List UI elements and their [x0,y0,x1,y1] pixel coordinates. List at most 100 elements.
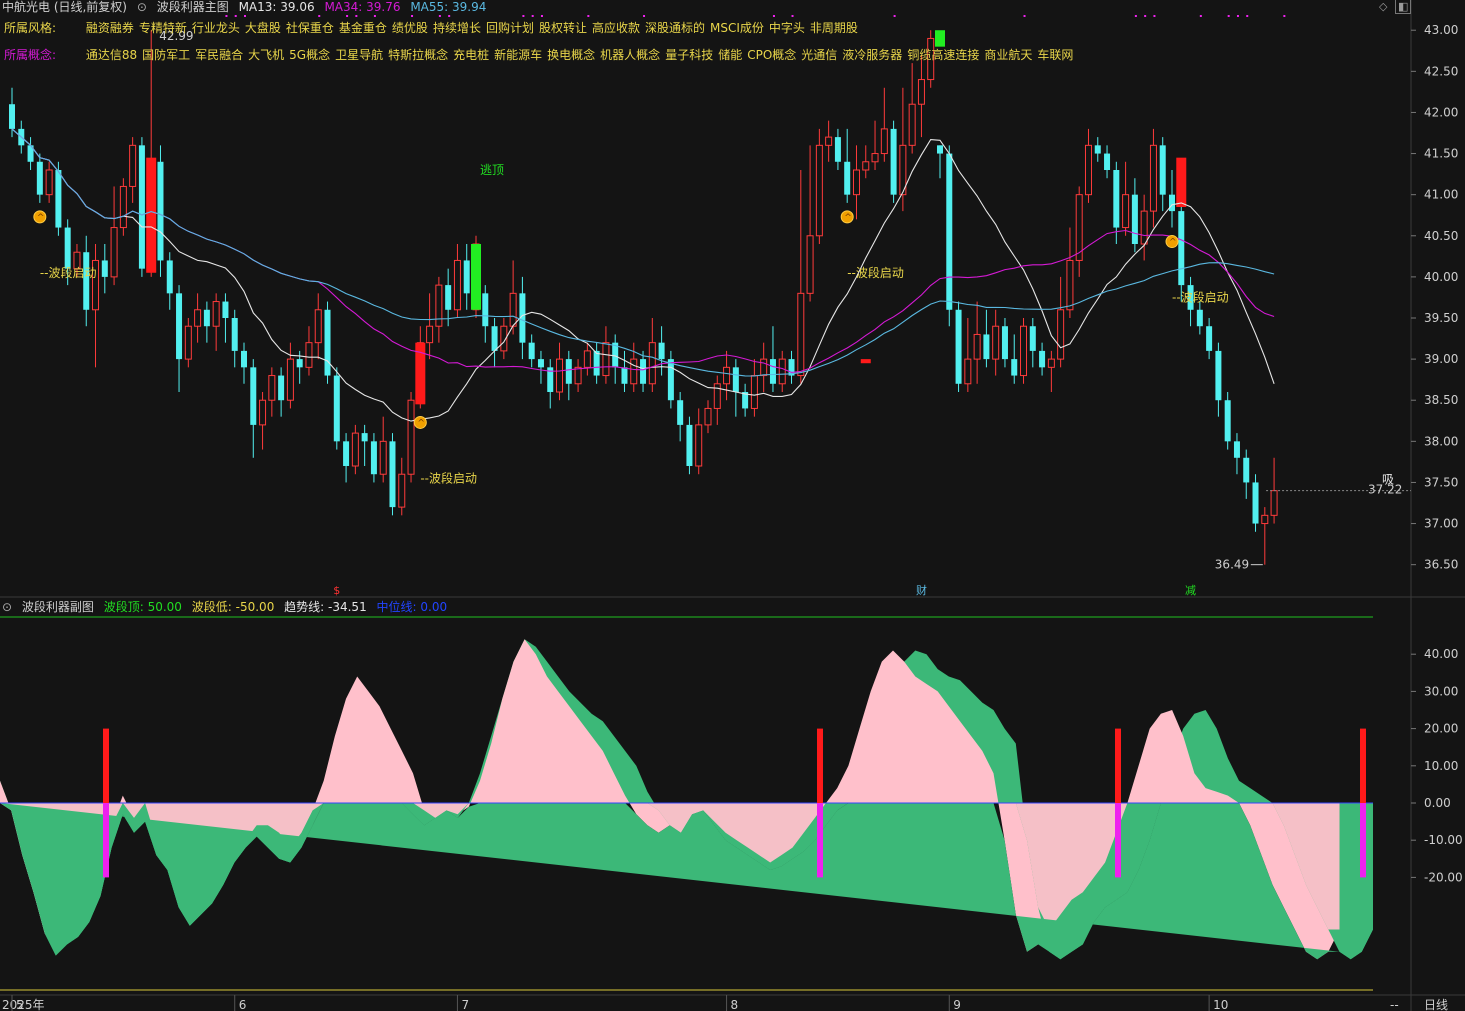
concept-tag[interactable]: 充电桩 [453,48,489,62]
candle-body-up [129,144,137,187]
price-tick-label: 40.00 [1424,270,1458,284]
style-tag[interactable]: 社保重仓 [286,21,334,35]
indicator-collapse-icon[interactable]: ⊙ [137,0,147,14]
main-indicator-name[interactable]: 波段利器主图 [157,0,229,14]
sub-collapse-icon[interactable]: ⊙ [2,600,12,614]
sub-tick-label: 30.00 [1424,684,1458,698]
candle-body-down [955,309,962,384]
concept-tag[interactable]: 液冷服务器 [842,48,902,62]
style-tag[interactable]: MSCI成份 [710,21,764,35]
candle-body-down [621,367,628,384]
candle-body-down [1252,482,1259,524]
signal-dot [438,15,441,17]
escape-signal-bar [471,244,481,310]
candle-body-up [212,301,220,327]
style-tag[interactable]: 基金重仓 [339,21,387,35]
candle-body-up [797,292,805,377]
price-tick-label: 37.00 [1424,517,1458,531]
style-tag[interactable]: 非周期股 [810,21,858,35]
concept-tag[interactable]: 量子科技 [665,48,713,62]
wave-start-label: --波段启动 [40,265,97,280]
concept-tag[interactable]: 储能 [718,48,742,62]
event-marker-label: $ [333,584,340,597]
diamond-icon[interactable]: ◇ [1379,0,1387,13]
candle-body-up [648,342,656,385]
style-tag[interactable]: 持续增长 [433,21,481,35]
concept-tag[interactable]: 大飞机 [248,48,284,62]
candle-body-down [528,342,535,360]
sub-tick-label: -10.00 [1424,833,1463,847]
candle-body-down [1104,153,1111,170]
sub-magenta-spike [817,803,823,878]
candle-body-down [1224,400,1231,442]
candle-body-up [435,284,443,327]
stock-title[interactable]: 中航光电 (日线,前复权) [2,0,127,14]
candle-body-up [1140,210,1148,245]
candle-body-down [844,161,851,195]
style-tag[interactable]: 专精特新 [139,21,187,35]
wave-start-label: --波段启动 [420,470,477,485]
style-row-label: 所属风格: [4,21,57,35]
sub-magenta-spike [1360,803,1366,878]
concept-tag[interactable]: 光通信 [801,48,837,62]
style-tag[interactable]: 融资融券 [86,21,134,35]
sub-buy-spike [817,728,823,803]
candle-body-up [583,350,591,368]
candle-body-down [1113,170,1120,228]
candle-body-down [491,326,498,351]
sub-magenta-spike [103,803,109,878]
price-tick-label: 39.00 [1424,352,1458,366]
candle-body-down [64,227,71,269]
signal-dot [411,15,414,17]
candle-body-up [806,235,814,294]
concept-tag[interactable]: 国防军工 [142,48,190,62]
concept-tag[interactable]: 铜缆高速连接 [907,48,979,62]
sub-indicator-name[interactable]: 波段利器副图 [22,600,94,614]
price-tick-label: 42.00 [1424,105,1458,119]
sub-tick-label: 10.00 [1424,759,1458,773]
candle-body-up [1122,194,1130,229]
style-tag[interactable]: 回购计划 [486,21,534,35]
style-tag[interactable]: 绩优股 [392,21,428,35]
candle-body-down [343,441,350,466]
concept-tag[interactable]: 卫星导航 [335,48,383,62]
candle-body-up [407,399,415,475]
style-tag[interactable]: 股权转让 [539,21,587,35]
concept-tag[interactable]: 通达信88 [86,48,137,62]
sub-tick-label: -20.00 [1424,870,1463,884]
concept-tag[interactable]: 车联网 [1037,48,1073,62]
style-tag[interactable]: 大盘股 [245,21,281,35]
price-tick-label: 43.00 [1424,23,1458,37]
buy-signal-bar [146,157,157,273]
concept-tag[interactable]: CPO概念 [747,48,796,62]
candle-body-down [1131,194,1138,244]
time-axis-label: 7 [461,998,469,1011]
sub-tick-label: 40.00 [1424,647,1458,661]
candle-body-down [55,170,62,228]
style-tag[interactable]: 行业龙头 [192,21,240,35]
style-tag[interactable]: 深股通标的 [645,21,705,35]
candle-body-down [166,260,173,294]
event-marker-label: 减 [1185,584,1196,597]
signal-dot [225,15,228,17]
period-label: 日线 [1424,998,1448,1011]
candle-body-down [1169,194,1175,212]
price-tick-label: 42.50 [1424,64,1458,78]
candle-body-up [453,259,461,311]
style-tag[interactable]: 高应收款 [592,21,640,35]
close-icon[interactable]: ◧ [1394,0,1412,14]
concept-tag[interactable]: 商业航天 [984,48,1032,62]
concept-tag[interactable]: 机器人概念 [600,48,660,62]
style-tag[interactable]: 中字头 [769,21,805,35]
candle-body-down [667,359,674,401]
candle-body-up [259,399,267,426]
candle-body-up [1066,259,1074,311]
concept-tag[interactable]: 换电概念 [547,48,595,62]
concept-tag[interactable]: 特斯拉概念 [388,48,448,62]
concept-tag[interactable]: 5G概念 [289,48,330,62]
concept-tag[interactable]: 新能源车 [494,48,542,62]
concept-tag[interactable]: 军民融合 [195,48,243,62]
low-price-label: 36.49 [1215,558,1249,572]
candle-body-up [314,309,322,344]
candle-body-down [946,153,953,310]
